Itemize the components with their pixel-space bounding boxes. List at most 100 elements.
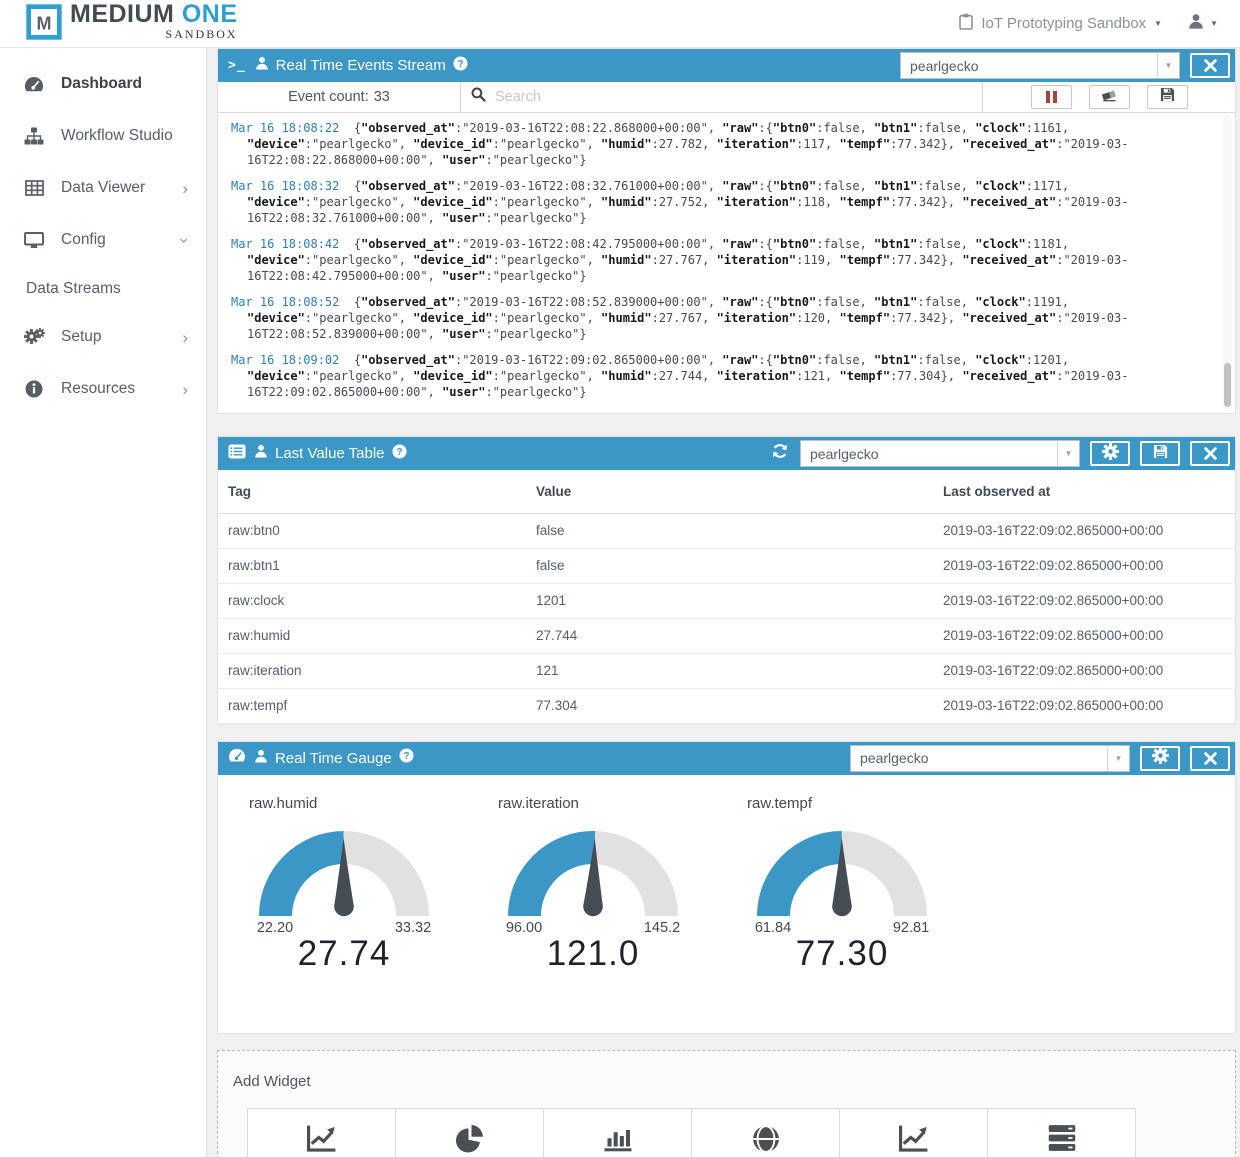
save-icon: [1153, 444, 1168, 464]
column-header-value: Value: [526, 470, 933, 513]
svg-text:?: ?: [403, 751, 409, 762]
log-scrollbar[interactable]: [1223, 115, 1232, 409]
sidebar-item-resources[interactable]: Resources ›: [0, 363, 206, 415]
server-icon: [1047, 1124, 1077, 1157]
log-entry: Mar 16 18:08:42 {"observed_at":"2019-03-…: [231, 236, 1209, 284]
gauge-arc: 96.00 145.2: [478, 816, 708, 936]
device-select[interactable]: pearlgecko ▼: [800, 440, 1080, 467]
table-row: raw:btn1false2019-03-16T22:09:02.865000+…: [218, 548, 1235, 583]
observed-cell: 2019-03-16T22:09:02.865000+00:00: [933, 653, 1235, 688]
list-icon: [228, 444, 246, 464]
observed-cell: 2019-03-16T22:09:02.865000+00:00: [933, 688, 1235, 723]
project-name: IoT Prototyping Sandbox: [981, 15, 1146, 32]
user-menu[interactable]: ▼: [1188, 13, 1218, 34]
globe-icon: [751, 1124, 781, 1157]
brand-logo[interactable]: M MEDIUM ONE SANDBOX: [0, 2, 238, 45]
caret-down-icon: ▼: [1154, 19, 1162, 28]
add-widget-button-globe[interactable]: Grouped Users: [691, 1108, 840, 1157]
widget-title: Real Time Events Stream: [276, 57, 446, 74]
sidebar-item-data-streams[interactable]: Data Streams: [0, 266, 206, 311]
gauge-value: 77.30: [727, 934, 957, 974]
desktop-icon: [24, 232, 44, 249]
gauge-value: 121.0: [478, 934, 708, 974]
close-widget-button[interactable]: [1190, 53, 1230, 78]
widget-title: Real Time Gauge: [275, 750, 392, 767]
log-entry: Mar 16 18:08:22 {"observed_at":"2019-03-…: [231, 120, 1209, 168]
svg-text:?: ?: [457, 58, 463, 69]
value-cell: 27.744: [526, 618, 933, 653]
search-icon: [471, 87, 486, 107]
search-input[interactable]: [495, 89, 972, 105]
sidebar-item-config[interactable]: Config ›: [0, 214, 206, 266]
gauge-min: 22.20: [257, 920, 293, 936]
gauge-max: 145.2: [644, 920, 680, 936]
add-widget-button-line-chart[interactable]: Single User: [839, 1108, 988, 1157]
sidebar-item-data-viewer[interactable]: Data Viewer ›: [0, 162, 206, 214]
gauge: raw.iteration96.00145.2121.0: [498, 795, 747, 1033]
info-icon: [24, 380, 44, 398]
tag-cell: raw:tempf: [218, 688, 526, 723]
sidebar-item-setup[interactable]: Setup ›: [0, 311, 206, 363]
device-select[interactable]: pearlgecko ▼: [900, 52, 1180, 79]
dashboard-content: >_ Real Time Events Stream ? pearlgecko …: [207, 48, 1240, 1157]
sidebar-item-workflow-studio[interactable]: Workflow Studio: [0, 110, 206, 162]
close-widget-button[interactable]: [1190, 441, 1230, 466]
value-cell: false: [526, 513, 933, 548]
gauge: raw.tempf61.8492.8177.30: [747, 795, 996, 1033]
device-select[interactable]: pearlgecko ▼: [850, 745, 1130, 772]
observed-cell: 2019-03-16T22:09:02.865000+00:00: [933, 583, 1235, 618]
settings-button[interactable]: [1090, 441, 1130, 466]
table-icon: [24, 180, 44, 196]
event-log-entries: Mar 16 18:08:22 {"observed_at":"2019-03-…: [218, 113, 1235, 413]
gauge-arc: 22.2033.32: [229, 816, 459, 936]
column-header-tag: Tag: [218, 470, 526, 513]
add-widget-button-line-chart[interactable]: Grouped Users: [247, 1108, 396, 1157]
table-row: raw:iteration1212019-03-16T22:09:02.8650…: [218, 653, 1235, 688]
gauge-min: 61.84: [755, 920, 791, 936]
add-widget-button-bar-chart[interactable]: Grouped Users: [543, 1108, 692, 1157]
event-log: Mar 16 18:08:22 {"observed_at":"2019-03-…: [218, 113, 1235, 413]
clipboard-icon: [959, 13, 973, 34]
tag-cell: raw:btn0: [218, 513, 526, 548]
help-icon[interactable]: ?: [399, 748, 414, 768]
close-widget-button[interactable]: [1190, 746, 1230, 771]
refresh-icon[interactable]: [772, 443, 788, 464]
gauge-min: 96.00: [506, 920, 542, 936]
log-entry: Mar 16 18:08:52 {"observed_at":"2019-03-…: [231, 294, 1209, 342]
log-timestamp: Mar 16 18:09:02: [231, 353, 339, 367]
tag-cell: raw:btn1: [218, 548, 526, 583]
brand-medium: MEDIUM: [70, 0, 174, 28]
gauge: raw.humid22.2033.3227.74: [249, 795, 498, 1033]
bar-chart-icon: [603, 1124, 633, 1157]
dashboard-icon: [24, 76, 44, 93]
pause-button[interactable]: [1031, 85, 1072, 109]
topbar: M MEDIUM ONE SANDBOX IoT Prototyping San…: [0, 0, 1240, 48]
project-switcher[interactable]: IoT Prototyping Sandbox ▼: [959, 13, 1162, 34]
select-arrow-icon: ▼: [1157, 53, 1179, 78]
add-widget-button-pie-chart[interactable]: Grouped Users: [395, 1108, 544, 1157]
svg-text:M: M: [37, 13, 52, 33]
gauge-max: 92.81: [893, 920, 929, 936]
add-widget-button-server[interactable]: Single User: [987, 1108, 1136, 1157]
save-button[interactable]: [1147, 85, 1188, 109]
clear-button[interactable]: [1089, 85, 1130, 109]
tag-cell: raw:humid: [218, 618, 526, 653]
gauge-label: raw.tempf: [747, 795, 996, 812]
log-timestamp: Mar 16 18:08:32: [231, 179, 339, 193]
help-icon[interactable]: ?: [453, 56, 468, 76]
gauge-label: raw.humid: [249, 795, 498, 812]
help-icon[interactable]: ?: [392, 444, 407, 464]
save-icon: [1160, 87, 1175, 107]
gears-icon: [24, 326, 44, 349]
gauge-arc: 61.84 92.81: [727, 816, 957, 936]
settings-button[interactable]: [1140, 746, 1180, 771]
save-widget-button[interactable]: [1140, 441, 1180, 466]
gauge-icon: [228, 748, 246, 768]
value-cell: 1201: [526, 583, 933, 618]
log-scrollbar-thumb[interactable]: [1224, 363, 1231, 407]
last-value-table: Tag Value Last observed at raw:btn0false…: [218, 470, 1235, 724]
sidebar-item-dashboard[interactable]: Dashboard: [0, 58, 206, 110]
log-timestamp: Mar 16 18:08:52: [231, 295, 339, 309]
add-widget-buttons: Grouped UsersGrouped UsersGrouped UsersG…: [247, 1108, 1207, 1157]
pie-chart-icon: [455, 1124, 485, 1157]
